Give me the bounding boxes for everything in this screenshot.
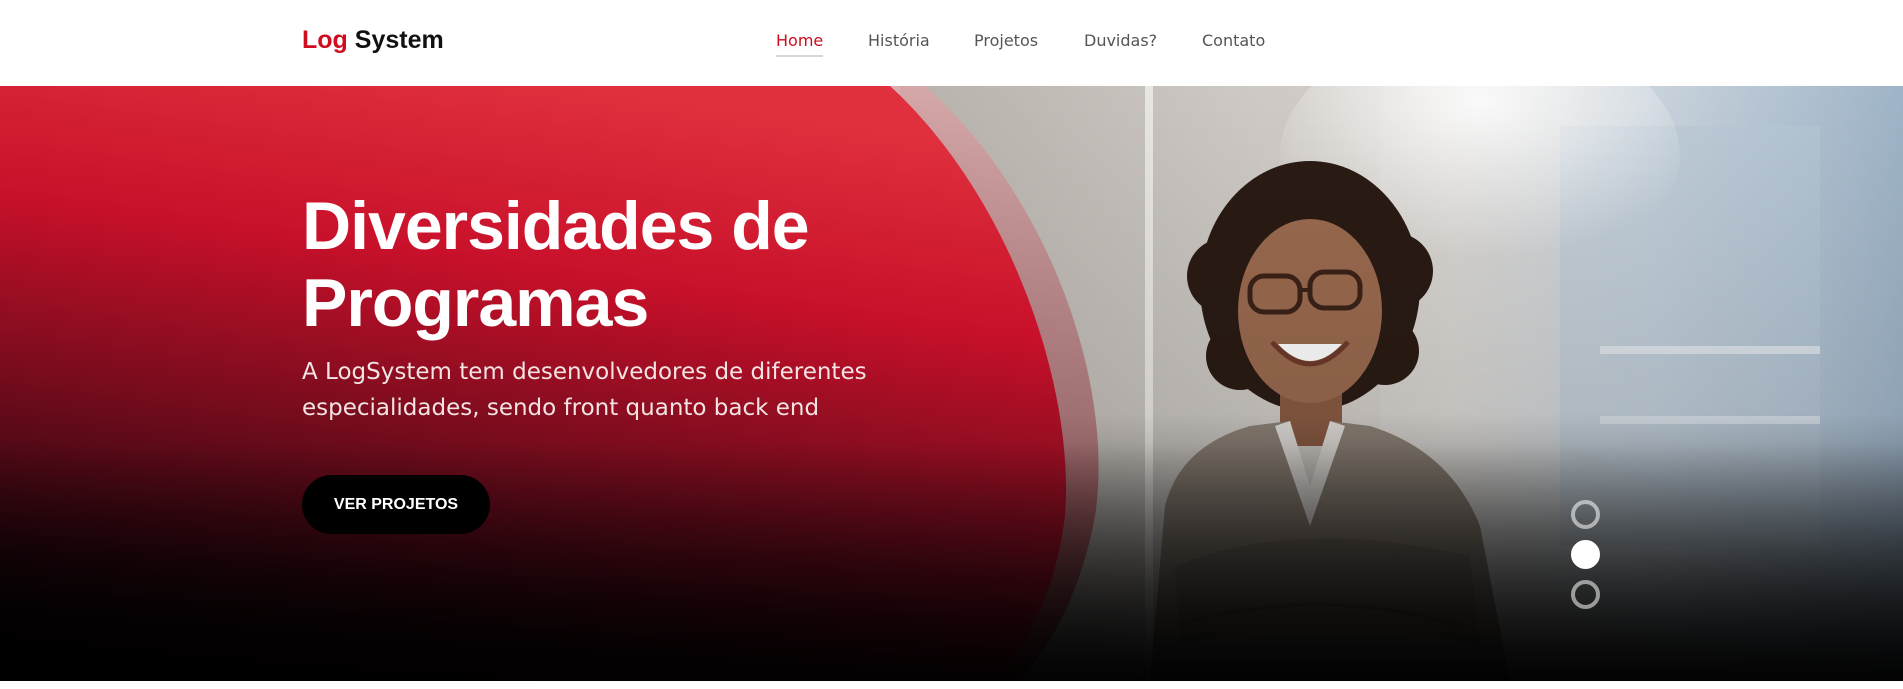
hero-subtitle: A LogSystem tem desenvolvedores de difer…	[302, 354, 902, 426]
red-curve-panel	[0, 86, 1903, 681]
hero-title-line1: Diversidades de	[302, 188, 810, 264]
ver-projetos-button[interactable]: VER PROJETOS	[302, 475, 490, 534]
hero-subtitle-line2: especialidades, sendo front quanto back …	[302, 395, 820, 421]
hero-title: Diversidades de Programas	[302, 188, 1022, 342]
nav-item-home[interactable]: Home	[776, 31, 824, 57]
carousel-dot-icon[interactable]	[1571, 500, 1600, 529]
hero-banner: Diversidades de Programas A LogSystem te…	[0, 86, 1903, 681]
nav-item-historia[interactable]: História	[868, 31, 930, 55]
page-bottom-strip	[0, 681, 1903, 689]
hero-subtitle-line1: A LogSystem tem desenvolvedores de difer…	[302, 359, 867, 385]
nav-item-contato[interactable]: Contato	[1202, 31, 1265, 55]
logo-rest: System	[354, 26, 444, 54]
carousel-dot-icon[interactable]	[1571, 580, 1600, 609]
carousel-dot-icon[interactable]	[1571, 540, 1600, 569]
nav-item-duvidas[interactable]: Duvidas?	[1084, 31, 1157, 55]
hero-title-line2: Programas	[302, 265, 649, 341]
logo[interactable]: Log System	[302, 26, 444, 55]
logo-accent: Log	[302, 26, 348, 54]
site-header: Log System Home História Projetos Duvida…	[0, 0, 1903, 86]
nav-item-projetos[interactable]: Projetos	[974, 31, 1038, 55]
